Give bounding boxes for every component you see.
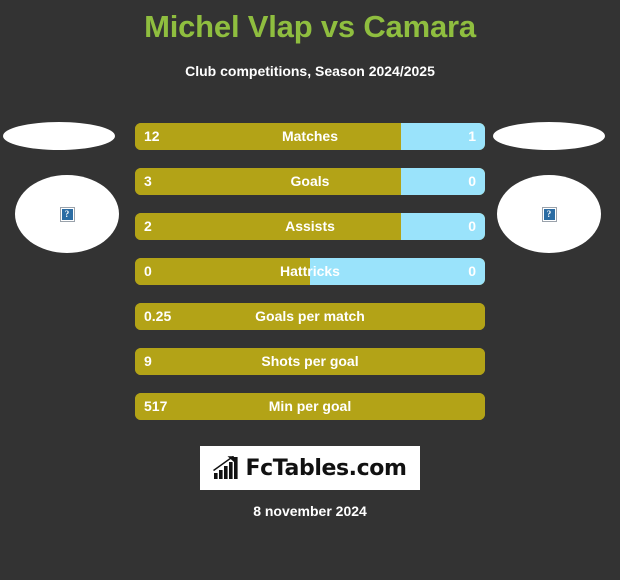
stat-row: 12 1 Matches — [135, 123, 485, 150]
fctables-logo-text: FcTables.com — [245, 455, 407, 481]
stat-label: Shots per goal — [261, 353, 359, 369]
stat-label: Min per goal — [268, 398, 352, 414]
stat-row: 0.25 Goals per match — [135, 303, 485, 330]
home-player-photo-top-oval — [3, 122, 115, 150]
stat-row: 3 0 Goals — [135, 168, 485, 195]
broken-image-glyph: ? — [543, 208, 555, 220]
stat-label: Assists — [285, 218, 335, 234]
home-player-photo[interactable]: ? — [3, 110, 129, 270]
stat-row: 2 0 Assists — [135, 213, 485, 240]
stat-row: 517 Min per goal — [135, 393, 485, 420]
stat-label: Hattricks — [280, 263, 340, 279]
stats-bar-list: 12 1 Matches 3 0 Goals 2 0 Assists 0 0 Hattricks 0.2… — [135, 123, 485, 438]
home-player-photo-oval: ? — [15, 175, 119, 253]
footer-date: 8 november 2024 — [253, 503, 367, 519]
away-player-photo[interactable]: ? — [491, 110, 611, 270]
stat-row: 9 Shots per goal — [135, 348, 485, 375]
broken-image-icon: ? — [59, 206, 75, 222]
page-title: Michel Vlap vs Camara — [144, 9, 476, 44]
stat-label: Matches — [281, 128, 339, 144]
comparison-infographic: Michel Vlap vs Camara Club competitions,… — [0, 0, 620, 580]
away-player-photo-oval: ? — [497, 175, 601, 253]
stat-row: 0 0 Hattricks — [135, 258, 485, 285]
fctables-logo[interactable]: FcTables.com — [200, 446, 420, 490]
broken-image-glyph: ? — [61, 208, 73, 220]
broken-image-icon: ? — [541, 206, 557, 222]
stat-label: Goals — [290, 173, 330, 189]
bar-chart-growth-icon — [213, 456, 239, 479]
away-player-photo-top-oval — [493, 122, 605, 150]
stat-label: Goals per match — [255, 308, 365, 324]
page-subtitle: Club competitions, Season 2024/2025 — [185, 63, 435, 79]
